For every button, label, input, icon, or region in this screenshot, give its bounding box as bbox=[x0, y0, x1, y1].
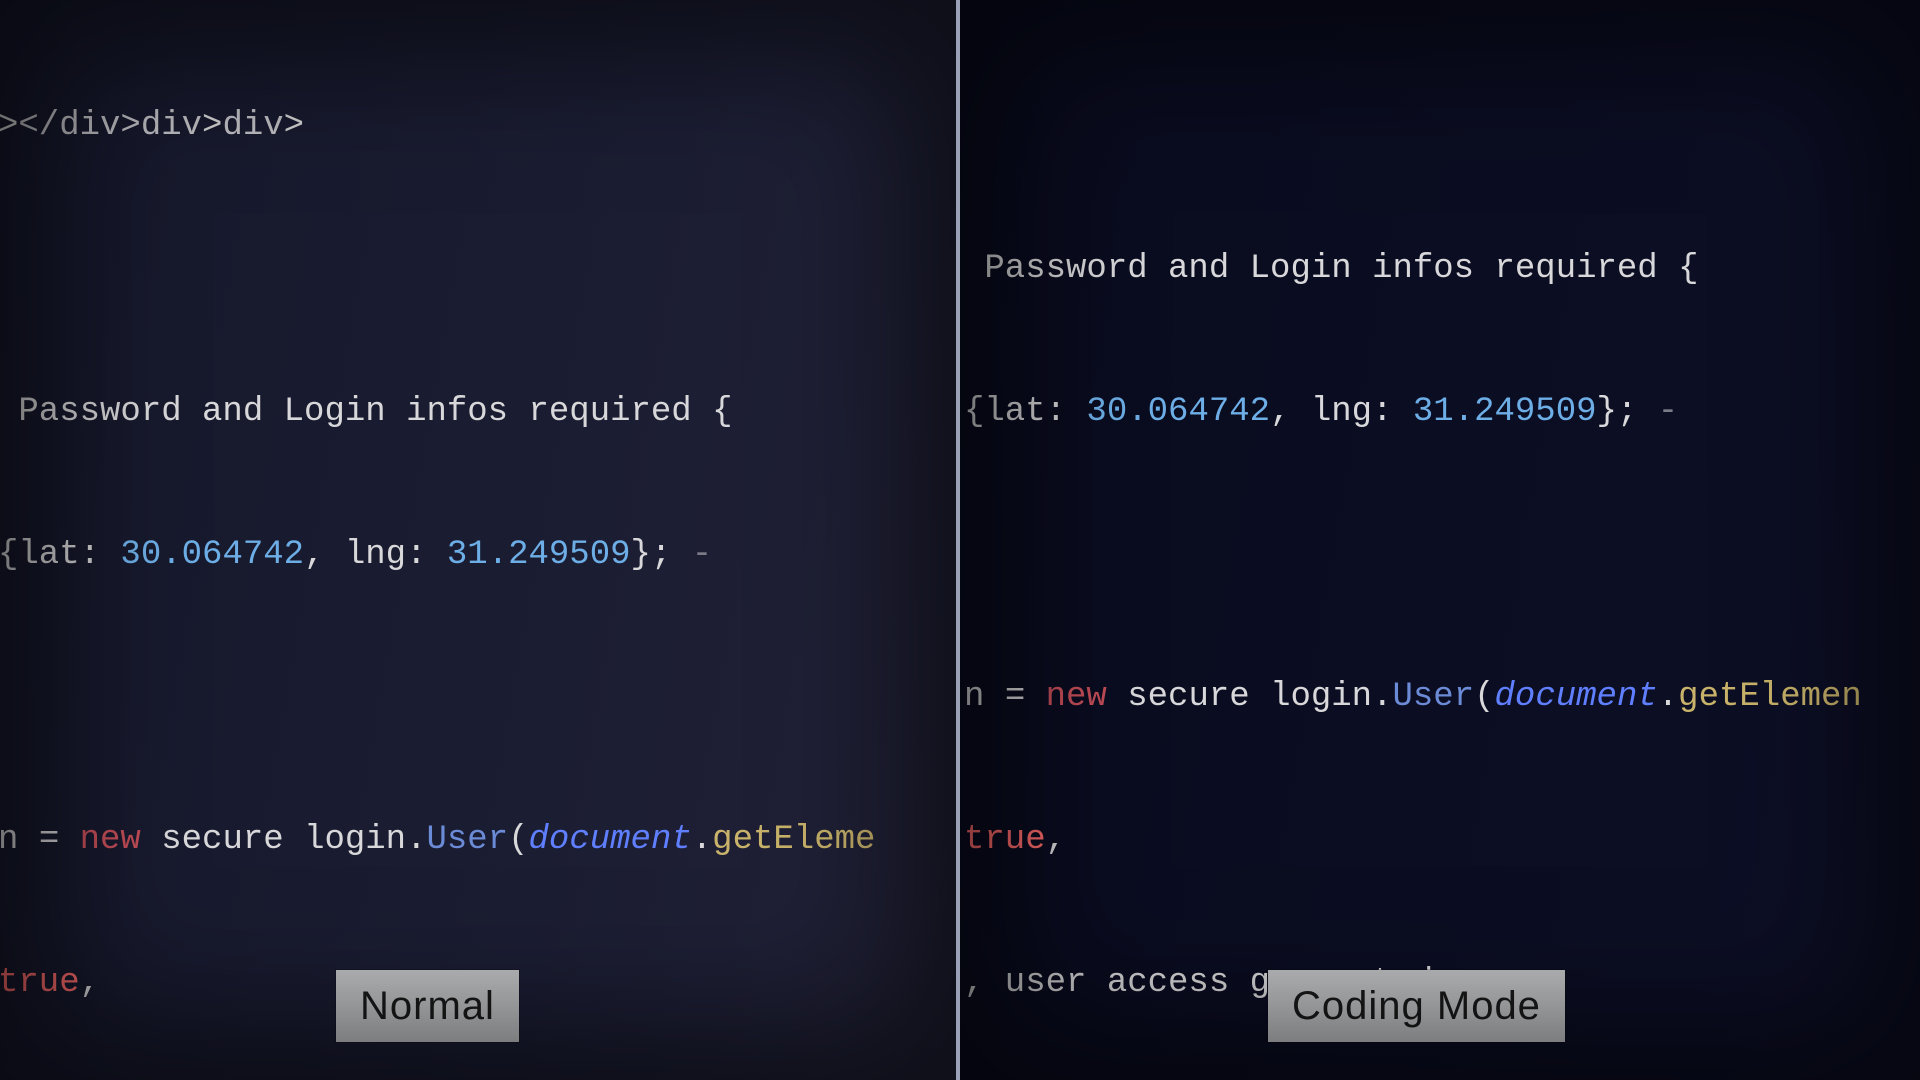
code-text: </div> bbox=[18, 107, 140, 145]
code-text: . bbox=[692, 821, 712, 859]
editor-pane-coding[interactable]: Password and Login infos required { {lat… bbox=[960, 0, 1920, 1080]
code-text: - bbox=[692, 536, 712, 574]
code-text: > bbox=[202, 107, 222, 145]
mode-badge-normal: Normal bbox=[336, 970, 519, 1042]
code-text: {lat: bbox=[964, 393, 1086, 431]
code-text: ( bbox=[1474, 678, 1494, 716]
code-text: getElemen bbox=[1678, 678, 1862, 716]
code-text: > bbox=[284, 107, 304, 145]
code-text: , bbox=[1046, 821, 1066, 859]
code-text: secure login. bbox=[1107, 678, 1393, 716]
code-text: - bbox=[1658, 393, 1678, 431]
code-text: = bbox=[1005, 678, 1046, 716]
code-text: {lat: bbox=[0, 536, 120, 574]
code-text: true bbox=[0, 964, 80, 1002]
code-text: 30.064742 bbox=[120, 536, 304, 574]
code-text: getEleme bbox=[712, 821, 875, 859]
code-text: document bbox=[1495, 678, 1658, 716]
code-text: , lng: bbox=[304, 536, 447, 574]
code-text: , lng: bbox=[1270, 393, 1413, 431]
code-text: div bbox=[141, 107, 202, 145]
code-text: }; bbox=[631, 536, 692, 574]
code-text: 30.064742 bbox=[1086, 393, 1270, 431]
code-text: ( bbox=[508, 821, 528, 859]
editor-pane-normal[interactable]: ></div>div>div> Password and Login infos… bbox=[0, 0, 960, 1080]
code-text: new bbox=[80, 821, 141, 859]
code-text: Password and Login infos required { bbox=[964, 246, 1920, 294]
code-text: }; bbox=[1597, 393, 1658, 431]
code-text: 31.249509 bbox=[447, 536, 631, 574]
code-text: User bbox=[1393, 678, 1475, 716]
mode-badge-coding: Coding Mode bbox=[1268, 970, 1565, 1042]
code-text: . bbox=[1658, 678, 1678, 716]
code-text: new bbox=[1046, 678, 1107, 716]
code-text: 31.249509 bbox=[1413, 393, 1597, 431]
code-text: Password and Login infos required { bbox=[0, 389, 956, 437]
code-text: > bbox=[0, 107, 18, 145]
code-text: n bbox=[964, 678, 1005, 716]
code-text: User bbox=[427, 821, 509, 859]
code-text: document bbox=[529, 821, 692, 859]
code-text: true bbox=[964, 821, 1046, 859]
code-text: secure login. bbox=[141, 821, 427, 859]
split-container: ></div>div>div> Password and Login infos… bbox=[0, 0, 1920, 1080]
code-text: n bbox=[0, 821, 39, 859]
code-text: div bbox=[222, 107, 283, 145]
code-text: = bbox=[39, 821, 80, 859]
code-text: , bbox=[80, 964, 100, 1002]
